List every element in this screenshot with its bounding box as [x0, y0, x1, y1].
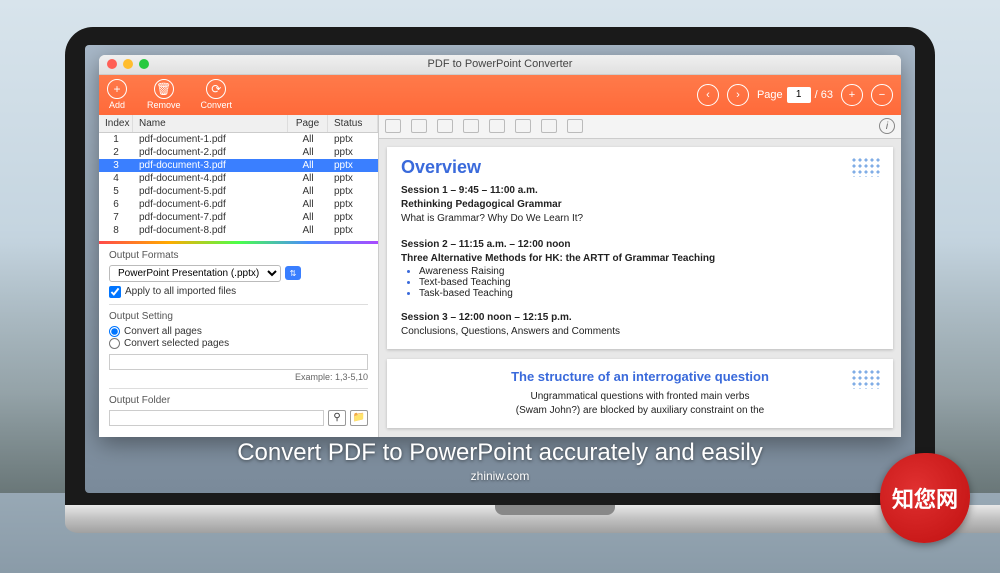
- output-folder-input[interactable]: [109, 410, 324, 426]
- slide-title: The structure of an interrogative questi…: [401, 369, 879, 384]
- decorative-dots-icon: [851, 369, 881, 389]
- refresh-icon: ⟳: [206, 79, 226, 99]
- window-title: PDF to PowerPoint Converter: [428, 58, 573, 70]
- crop-tool-icon[interactable]: [515, 119, 531, 133]
- watermark-stamp: 知您网: [880, 453, 970, 543]
- table-row[interactable]: 7pdf-document-7.pdfAllpptx: [99, 211, 378, 224]
- prev-page-button[interactable]: ‹: [697, 84, 719, 106]
- plus-icon: +: [107, 79, 127, 99]
- table-row[interactable]: 6pdf-document-6.pdfAllpptx: [99, 198, 378, 211]
- convert-all-label: Convert all pages: [124, 326, 202, 337]
- col-index[interactable]: Index: [99, 115, 133, 132]
- crop-tool-icon[interactable]: [437, 119, 453, 133]
- zoom-in-button[interactable]: +: [841, 84, 863, 106]
- example-text: Example: 1,3-5,10: [109, 372, 368, 382]
- apply-all-checkbox[interactable]: [109, 286, 121, 298]
- apply-all-label: Apply to all imported files: [125, 286, 236, 297]
- convert-selected-label: Convert selected pages: [124, 338, 229, 349]
- table-row[interactable]: 2pdf-document-2.pdfAllpptx: [99, 146, 378, 159]
- info-icon[interactable]: i: [879, 118, 895, 134]
- slide-preview: Overview Session 1 – 9:45 – 11:00 a.m. R…: [387, 147, 893, 349]
- page-input[interactable]: [787, 87, 811, 103]
- page-label: Page: [757, 89, 783, 101]
- output-folder-title: Output Folder: [109, 395, 368, 406]
- crop-tool-icon[interactable]: [567, 119, 583, 133]
- table-row[interactable]: 5pdf-document-5.pdfAllpptx: [99, 185, 378, 198]
- next-page-button[interactable]: ›: [727, 84, 749, 106]
- format-select[interactable]: PowerPoint Presentation (.pptx): [109, 265, 281, 282]
- table-row[interactable]: 3pdf-document-3.pdfAllpptx: [99, 159, 378, 172]
- crop-tool-icon[interactable]: [411, 119, 427, 133]
- reveal-folder-button[interactable]: ⚲: [328, 410, 346, 426]
- table-row[interactable]: 1pdf-document-1.pdfAllpptx: [99, 133, 378, 146]
- table-header: Index Name Page Status: [99, 115, 378, 133]
- crop-tool-icon[interactable]: [385, 119, 401, 133]
- trash-icon: 🗑: [154, 79, 174, 99]
- preview-pane: i Overview Session 1 – 9:45 – 11:00 a.m.…: [379, 115, 901, 437]
- col-status[interactable]: Status: [328, 115, 378, 132]
- close-button[interactable]: [107, 59, 117, 69]
- caption-sub: zhiniw.com: [85, 469, 915, 483]
- crop-tool-icon[interactable]: [463, 119, 479, 133]
- titlebar: PDF to PowerPoint Converter: [99, 55, 901, 75]
- minimize-button[interactable]: [123, 59, 133, 69]
- table-row[interactable]: 8pdf-document-8.pdfAllpptx: [99, 224, 378, 237]
- convert-button[interactable]: ⟳ Convert: [201, 79, 233, 110]
- remove-button[interactable]: 🗑 Remove: [147, 79, 181, 110]
- decorative-dots-icon: [851, 157, 881, 177]
- left-pane: Index Name Page Status 1pdf-document-1.p…: [99, 115, 379, 437]
- convert-selected-radio[interactable]: [109, 338, 120, 349]
- crop-tool-icon[interactable]: [489, 119, 505, 133]
- app-window: PDF to PowerPoint Converter + Add 🗑 Remo…: [99, 55, 901, 437]
- page-range-input[interactable]: [109, 354, 368, 370]
- caption-main: Convert PDF to PowerPoint accurately and…: [85, 439, 915, 467]
- table-row[interactable]: 4pdf-document-4.pdfAllpptx: [99, 172, 378, 185]
- caption: Convert PDF to PowerPoint accurately and…: [85, 439, 915, 483]
- zoom-out-button[interactable]: −: [871, 84, 893, 106]
- output-setting-title: Output Setting: [109, 311, 368, 322]
- toolbar: + Add 🗑 Remove ⟳ Convert ‹ ›: [99, 75, 901, 115]
- browse-folder-button[interactable]: 📁: [350, 410, 368, 426]
- preview-toolbar: i: [379, 115, 901, 139]
- col-page[interactable]: Page: [288, 115, 328, 132]
- crop-tool-icon[interactable]: [541, 119, 557, 133]
- output-formats-title: Output Formats: [109, 250, 368, 261]
- slide-title: Overview: [401, 157, 879, 178]
- fullscreen-button[interactable]: [139, 59, 149, 69]
- slide-preview: The structure of an interrogative questi…: [387, 359, 893, 428]
- convert-all-radio[interactable]: [109, 326, 120, 337]
- page-total: / 63: [815, 89, 833, 101]
- add-button[interactable]: + Add: [107, 79, 127, 110]
- col-name[interactable]: Name: [133, 115, 288, 132]
- format-options-button[interactable]: ⇅: [285, 266, 301, 280]
